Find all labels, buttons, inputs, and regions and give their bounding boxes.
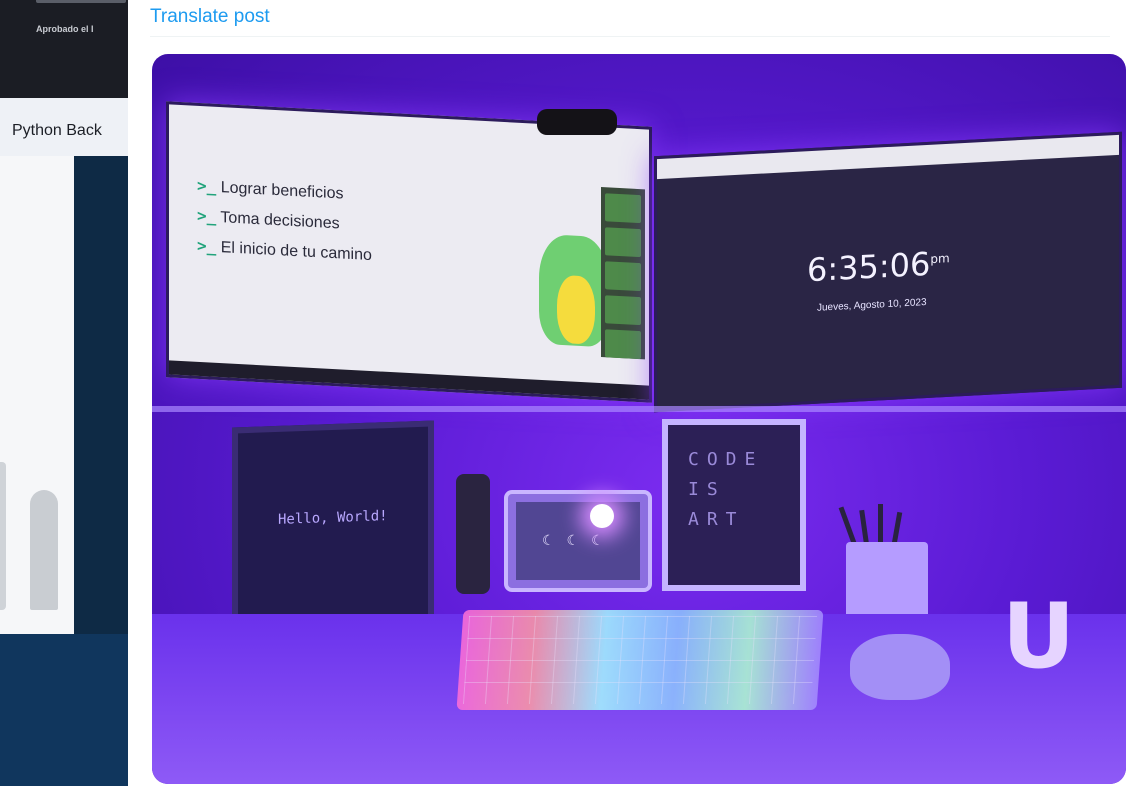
code-is-art-poster: CODE IS ART: [662, 419, 806, 591]
webcam-icon: [537, 109, 617, 135]
left-monitor: >_ Lograr beneficios >_ Toma decisiones …: [166, 101, 652, 403]
participant-tile: [605, 193, 641, 224]
poster-text: CODE IS ART: [688, 449, 764, 530]
terminal-prompt-icon: >_: [197, 175, 217, 196]
light-glow: [590, 504, 614, 528]
slide-line: >_ Lograr beneficios: [197, 176, 343, 204]
background-tab-label[interactable]: Python Back: [12, 122, 102, 140]
browser-toolbar: [657, 134, 1119, 180]
slide-line: >_ Toma decisiones: [197, 206, 340, 233]
clock-time: 6:35:06: [807, 244, 931, 290]
slide-line: >_ El inicio de tu camino: [197, 236, 372, 265]
background-bar: [0, 462, 6, 610]
video-participants-strip: [601, 187, 645, 360]
background-header: Aprobado el I: [0, 0, 140, 98]
slide-line-text: El inicio de tu camino: [220, 239, 372, 265]
letter-u-decoration: U: [1002, 584, 1076, 689]
translate-post-link[interactable]: Translate post: [150, 6, 270, 28]
weather-icon: ☾☾☾: [542, 532, 616, 548]
mouse-icon: [850, 634, 950, 700]
smart-display: ☾☾☾: [504, 490, 652, 592]
post-panel: Translate post >_ Lograr beneficios >_ T…: [128, 0, 1127, 786]
slide-line-text: Lograr beneficios: [220, 179, 344, 203]
meeting-toolbar: [169, 360, 649, 400]
slide-line-text: Toma decisiones: [220, 209, 340, 233]
background-caption: Aprobado el I: [36, 24, 94, 34]
background-footer: [0, 634, 140, 786]
clock-date: Jueves, Agosto 10, 2023: [817, 296, 927, 314]
background-window: Aprobado el I Python Back: [0, 0, 140, 786]
participant-tile: [605, 261, 641, 292]
clock-suffix: pm: [930, 251, 950, 267]
clock-display: 6:35:06pm: [807, 244, 950, 289]
phone-icon: [456, 474, 490, 594]
participant-tile: [605, 227, 641, 258]
terminal-prompt-icon: >_: [197, 235, 217, 256]
participant-tile: [605, 295, 641, 326]
right-monitor: 6:35:06pm Jueves, Agosto 10, 2023: [654, 131, 1122, 413]
terminal-prompt-icon: >_: [197, 205, 217, 226]
crocodile-belly: [557, 274, 595, 345]
divider: [150, 36, 1110, 37]
rgb-keyboard: [456, 610, 824, 710]
post-image[interactable]: >_ Lograr beneficios >_ Toma decisiones …: [152, 54, 1126, 784]
participant-tile: [605, 329, 641, 360]
smart-display-screen: ☾☾☾: [516, 502, 640, 580]
frame-text: Hello, World!: [278, 508, 388, 528]
monitor-shelf: [152, 406, 1126, 412]
background-header-text: [36, 0, 126, 3]
background-bar: [30, 490, 58, 610]
keycaps: [462, 616, 818, 704]
